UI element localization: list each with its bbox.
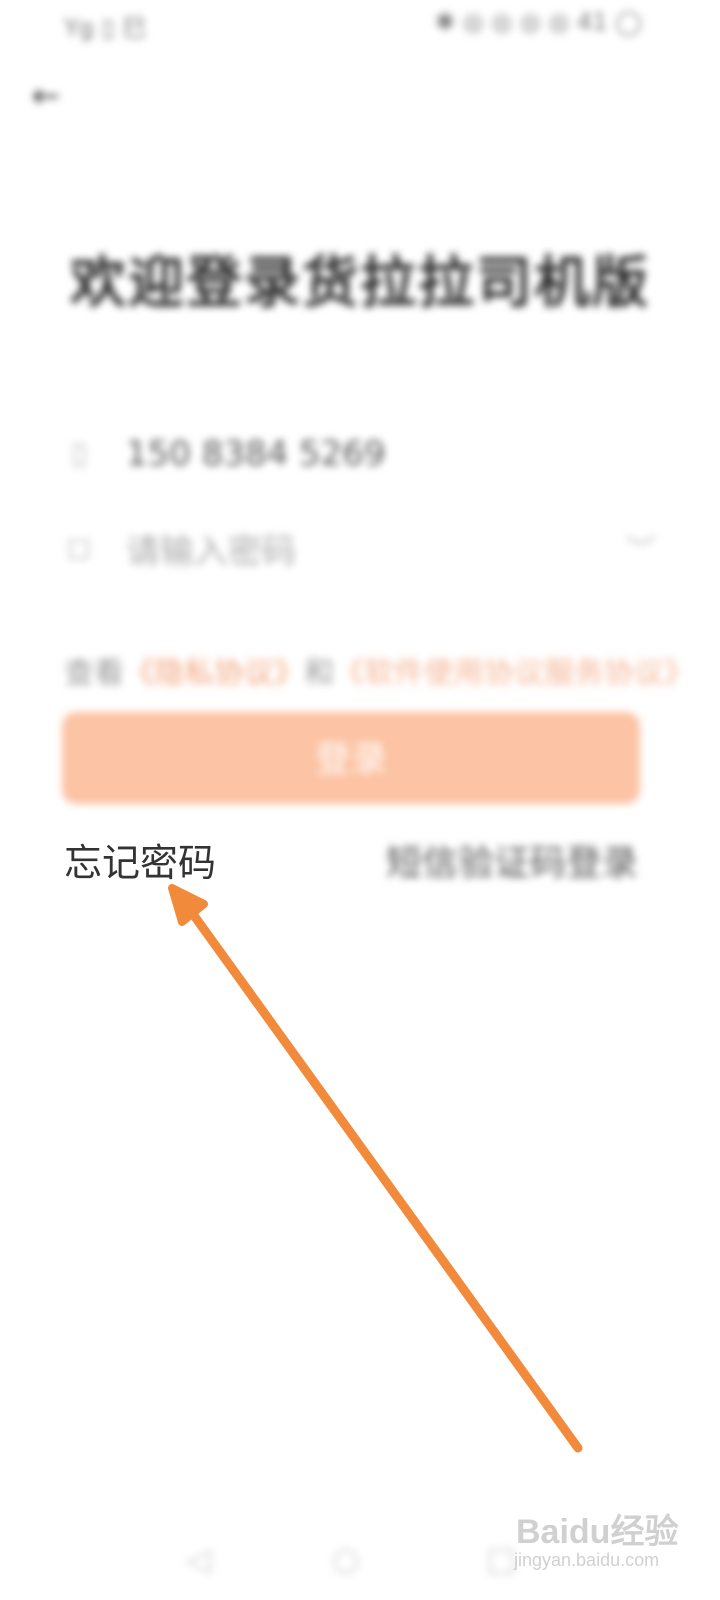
- phone-value[interactable]: 150 8384 5269: [126, 434, 386, 474]
- agreement-and: 和: [304, 656, 334, 691]
- nav-home-icon[interactable]: ○: [332, 1540, 360, 1578]
- status-bar: Yg ▯ 巳 ✱ ◎ ◎ ◎ ◎ 41 ◯: [0, 0, 720, 52]
- privacy-link[interactable]: 《隐私协议》: [124, 656, 304, 691]
- lock-icon: ◻: [66, 530, 92, 565]
- forgot-password-link[interactable]: 忘记密码: [64, 832, 216, 887]
- phone-icon: ▯: [70, 436, 88, 471]
- password-field[interactable]: ◻ 请输入密码 ︶: [64, 518, 656, 578]
- status-left: Yg ▯ 巳: [64, 14, 147, 42]
- nav-back-icon[interactable]: ◁: [186, 1540, 211, 1578]
- phone-field[interactable]: ▯ 150 8384 5269: [64, 424, 656, 484]
- sms-login-link[interactable]: 短信验证码登录: [386, 834, 638, 886]
- password-placeholder[interactable]: 请输入密码: [126, 524, 296, 573]
- blurred-background: Yg ▯ 巳 ✱ ◎ ◎ ◎ ◎ 41 ◯ ← 欢迎登录货拉拉司机版 ▯ 150…: [0, 0, 720, 1600]
- watermark-url: jingyan.baidu.com: [514, 1550, 660, 1570]
- status-right: ✱ ◎ ◎ ◎ ◎ 41 ◯: [434, 8, 642, 36]
- page-title: 欢迎登录货拉拉司机版: [70, 251, 650, 316]
- agreement-text: 查看《隐私协议》和《软件使用协议服务协议》: [64, 648, 694, 692]
- login-screen: Yg ▯ 巳 ✱ ◎ ◎ ◎ ◎ 41 ◯ ← 欢迎登录货拉拉司机版 ▯ 150…: [0, 0, 720, 1600]
- baidu-watermark: Baidu经验 jingyan.baidu.com: [506, 1498, 696, 1578]
- eye-closed-icon[interactable]: ︶: [626, 526, 656, 570]
- agreement-prefix: 查看: [64, 656, 124, 691]
- service-link[interactable]: 《软件使用协议服务协议》: [334, 656, 694, 691]
- back-arrow-icon[interactable]: ←: [26, 76, 66, 116]
- watermark-brand: Baidu经验: [516, 1513, 679, 1551]
- login-button[interactable]: 登录: [62, 712, 640, 804]
